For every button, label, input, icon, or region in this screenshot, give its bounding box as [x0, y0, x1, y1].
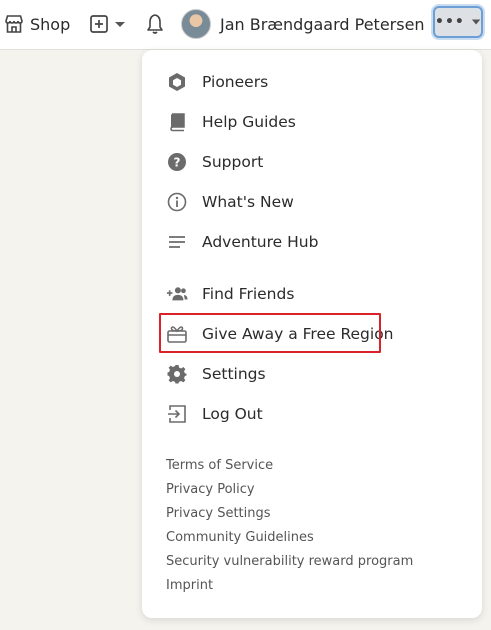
hexagon-icon [166, 71, 188, 93]
menu-item-settings[interactable]: Settings [166, 360, 266, 388]
menu-item-help-guides[interactable]: Help Guides [166, 108, 296, 136]
menu-item-adventure-hub[interactable]: Adventure Hub [166, 228, 318, 256]
user-menu[interactable]: Jan Brændgaard Petersen [181, 8, 445, 40]
menu-item-support[interactable]: ? Support [166, 148, 263, 176]
menu-item-pioneers[interactable]: Pioneers [166, 68, 268, 96]
footer-link-imprint[interactable]: Imprint [166, 578, 213, 593]
logout-icon [166, 403, 188, 425]
book-icon [166, 111, 188, 133]
menu-item-label: Adventure Hub [202, 233, 319, 251]
footer-link-terms[interactable]: Terms of Service [166, 458, 273, 473]
menu-item-label: Support [202, 153, 264, 171]
gear-icon [166, 363, 188, 385]
info-circle-icon [166, 191, 188, 213]
menu-item-find-friends[interactable]: Find Friends [166, 280, 294, 308]
menu-item-label: Help Guides [202, 113, 296, 131]
menu-item-label: Log Out [202, 405, 263, 423]
shop-label: Shop [30, 14, 71, 34]
footer-link-community-guidelines[interactable]: Community Guidelines [166, 530, 314, 545]
more-menu-button[interactable]: ••• [433, 6, 483, 38]
add-friends-icon [166, 283, 188, 305]
footer-link-privacy-policy[interactable]: Privacy Policy [166, 482, 255, 497]
shop-link[interactable]: Shop [4, 12, 70, 36]
menu-item-log-out[interactable]: Log Out [166, 400, 263, 428]
more-dots-icon: ••• [435, 14, 465, 30]
highlight-box [159, 313, 381, 353]
footer-link-privacy-settings[interactable]: Privacy Settings [166, 506, 271, 521]
lines-icon [166, 231, 188, 253]
menu-item-label: Find Friends [202, 285, 295, 303]
footer-link-security-reward[interactable]: Security vulnerability reward program [166, 554, 413, 569]
menu-item-label: What's New [202, 193, 294, 211]
bell-icon [147, 14, 163, 34]
svg-text:?: ? [174, 156, 181, 170]
chevron-down-icon [471, 19, 481, 25]
avatar [181, 9, 211, 39]
menu-item-whats-new[interactable]: What's New [166, 188, 294, 216]
menu-item-label: Pioneers [202, 73, 269, 91]
user-name: Jan Brændgaard Petersen [220, 14, 425, 34]
question-circle-icon: ? [166, 151, 188, 173]
add-square-icon [90, 15, 108, 33]
create-menu-button[interactable] [89, 12, 127, 36]
notifications-button[interactable] [145, 12, 165, 36]
menu-item-label: Settings [202, 365, 266, 383]
chevron-down-icon [115, 22, 125, 27]
top-bar: Shop Jan Brændgaard Petersen ••• [0, 0, 491, 50]
store-icon [5, 15, 23, 33]
